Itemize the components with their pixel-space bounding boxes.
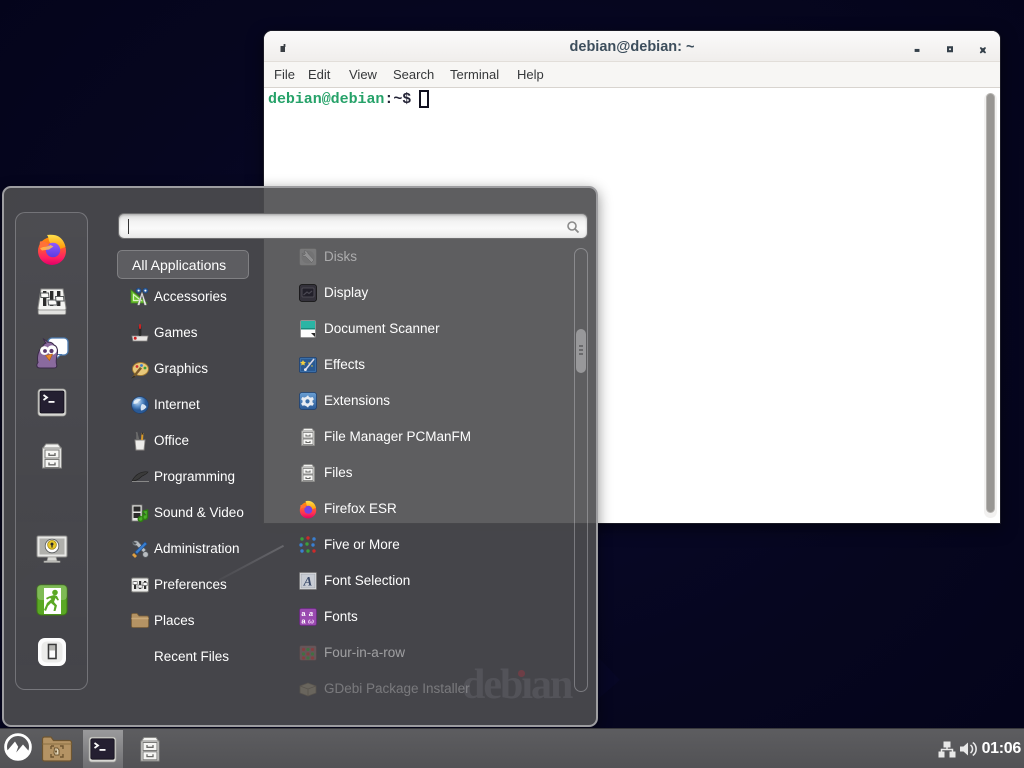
- svg-text:ω: ω: [308, 617, 314, 626]
- svg-text:A: A: [303, 574, 313, 589]
